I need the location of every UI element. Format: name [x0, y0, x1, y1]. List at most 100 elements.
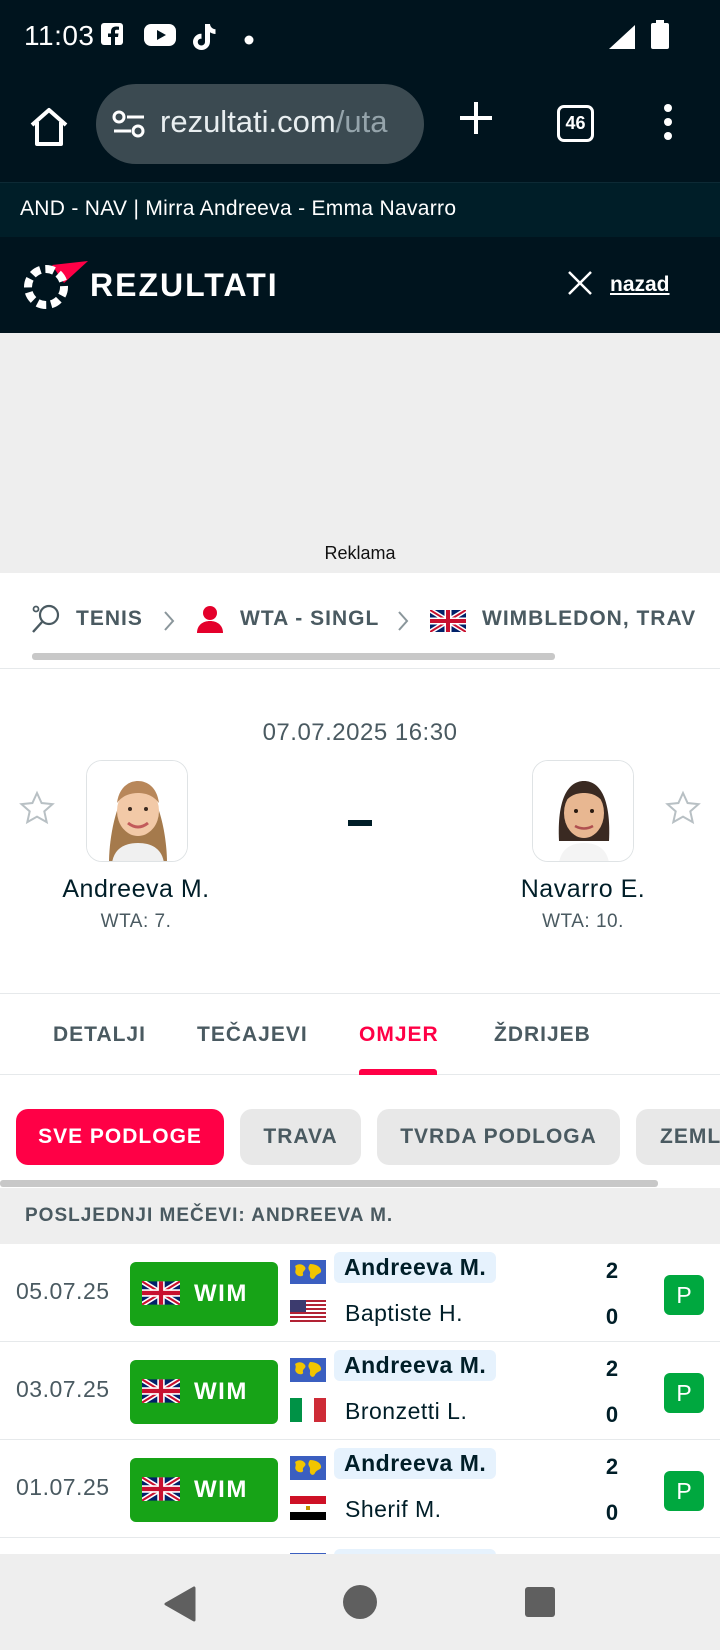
surface-filters: SVE PODLOGE TRAVA TVRDA PODLOGA ZEML [0, 1076, 720, 1188]
score-2: 0 [605, 1500, 619, 1525]
event-badge[interactable]: WIM [130, 1458, 278, 1522]
player-2-name: Sherif M. [345, 1496, 442, 1522]
world-flag-icon [290, 1358, 326, 1387]
player-2-name: Baptiste H. [345, 1300, 463, 1326]
facebook-icon [100, 22, 124, 53]
url-text: rezultati.com/uta [160, 104, 387, 140]
uk-flag-icon [142, 1477, 180, 1501]
egypt-flag-icon [290, 1496, 326, 1525]
back-label: nazad [610, 273, 670, 296]
event-label: WIM [194, 1378, 248, 1405]
result-badge: P [664, 1275, 704, 1315]
filter-sve-podloge[interactable]: SVE PODLOGE [16, 1109, 224, 1165]
chevron-right-icon [162, 609, 176, 638]
event-badge[interactable]: WIM [130, 1360, 278, 1424]
uk-flag-icon [142, 1281, 180, 1305]
score-1: 2 [605, 1454, 619, 1479]
player-away-rank: WTA: 10. [542, 911, 624, 932]
result-badge: P [664, 1373, 704, 1413]
result-badge: P [664, 1471, 704, 1511]
player-1-name: Andreeva M. [334, 1252, 497, 1283]
home-nav-icon[interactable] [342, 1584, 378, 1625]
player-home-name[interactable]: Andreeva M. [6, 875, 266, 904]
system-nav-bar [0, 1554, 720, 1650]
score-2: 0 [605, 1402, 619, 1427]
italy-flag-icon [290, 1398, 326, 1427]
site-settings-icon[interactable] [112, 110, 146, 143]
player-home-avatar[interactable] [86, 760, 188, 862]
filter-trava[interactable]: TRAVA [240, 1109, 361, 1165]
tennis-racket-icon [30, 603, 62, 640]
ad-label: Reklama [324, 543, 396, 563]
tab-zdrijeb[interactable]: ŽDRIJEB [494, 1023, 591, 1047]
home-icon[interactable] [26, 104, 72, 150]
site-header: REZULTATI nazad [0, 237, 720, 333]
player-2-name: Bronzetti L. [345, 1398, 468, 1424]
rezultati-logo-icon[interactable] [22, 259, 88, 318]
tab-omjer[interactable]: OMJER [359, 1023, 439, 1047]
match-tabs: DETALJI TEČAJEVI OMJER ŽDRIJEB [0, 995, 720, 1075]
tiktok-icon [190, 22, 218, 57]
page-title: AND - NAV | Mirra Andreeva - Emma Navarr… [20, 197, 457, 220]
status-time: 11:03 [24, 20, 95, 51]
match-row[interactable]: 01.07.25 WIM Andreeva M. Sherif M. 2 0 P [0, 1440, 720, 1538]
tab-detalji[interactable]: DETALJI [53, 1023, 146, 1047]
breadcrumb-scrollbar[interactable] [32, 653, 555, 660]
status-bar: 11:03 [0, 0, 720, 74]
score-1: 2 [605, 1356, 619, 1381]
address-bar[interactable]: rezultati.com/uta [96, 84, 424, 164]
match-date: 05.07.25 [16, 1278, 110, 1304]
battery-icon [650, 20, 670, 55]
recents-nav-icon[interactable] [524, 1586, 556, 1623]
match-header: 07.07.2025 16:30 Andreeva M. WTA: 7. Nav… [0, 670, 720, 994]
breadcrumb-item-tournament[interactable]: WIMBLEDON, TRAV [482, 607, 696, 631]
score-2: 0 [605, 1304, 619, 1329]
chevron-right-icon [396, 609, 410, 638]
event-label: WIM [194, 1280, 248, 1307]
favorite-star-icon[interactable] [18, 790, 56, 833]
world-flag-icon [290, 1456, 326, 1485]
new-tab-icon[interactable] [456, 98, 496, 143]
youtube-icon [144, 22, 178, 53]
player-away-avatar[interactable] [532, 760, 634, 862]
back-nav-icon[interactable] [162, 1584, 198, 1629]
player-away-name[interactable]: Navarro E. [453, 875, 713, 904]
logo-text: REZULTATI [90, 267, 279, 303]
score-1: 2 [605, 1258, 619, 1283]
filters-scrollbar[interactable] [0, 1180, 658, 1187]
signal-icon [608, 24, 636, 55]
tab-tecajevi[interactable]: TEČAJEVI [197, 1023, 308, 1047]
tab-switcher-button[interactable]: 46 [557, 105, 594, 142]
url-path: /uta [335, 104, 388, 139]
browser-toolbar: rezultati.com/uta 46 [0, 74, 720, 182]
event-badge[interactable]: WIM [130, 1262, 278, 1326]
match-date: 03.07.25 [16, 1376, 110, 1402]
player-1-name: Andreeva M. [334, 1350, 497, 1381]
url-host: rezultati.com [160, 104, 336, 139]
match-date: 01.07.25 [16, 1474, 110, 1500]
match-row[interactable]: 05.07.25 WIM Andreeva M. Baptiste H. 2 0… [0, 1244, 720, 1342]
more-menu-icon[interactable] [662, 102, 674, 147]
filter-tvrda-podloga[interactable]: TVRDA PODLOGA [377, 1109, 620, 1165]
breadcrumb-item-league[interactable]: WTA - SINGL [240, 607, 379, 631]
world-flag-icon [290, 1260, 326, 1289]
filter-zemlja[interactable]: ZEML [636, 1109, 720, 1165]
player-1-name: Andreeva M. [334, 1448, 497, 1479]
uk-flag-icon [428, 607, 468, 637]
event-label: WIM [194, 1476, 248, 1503]
female-player-icon [194, 603, 226, 640]
breadcrumb-item-sport[interactable]: TENIS [76, 607, 143, 631]
section-title: POSLJEDNJI MEČEVI: ANDREEVA M. [25, 1205, 394, 1226]
match-row[interactable]: 03.07.25 WIM Andreeva M. Bronzetti L. 2 … [0, 1342, 720, 1440]
usa-flag-icon [290, 1300, 326, 1329]
dot-icon [244, 32, 254, 50]
ad-slot: Reklama [0, 333, 720, 573]
page-title-strip: AND - NAV | Mirra Andreeva - Emma Navarr… [0, 182, 720, 237]
uk-flag-icon [142, 1379, 180, 1403]
section-header: POSLJEDNJI MEČEVI: ANDREEVA M. [0, 1188, 720, 1244]
breadcrumb: TENIS WTA - SINGL WIMBLEDON, TRAV [0, 573, 720, 669]
favorite-star-icon[interactable] [664, 790, 702, 833]
close-icon [566, 269, 594, 302]
player-home-rank: WTA: 7. [100, 911, 172, 932]
match-datetime: 07.07.2025 16:30 [262, 719, 458, 746]
